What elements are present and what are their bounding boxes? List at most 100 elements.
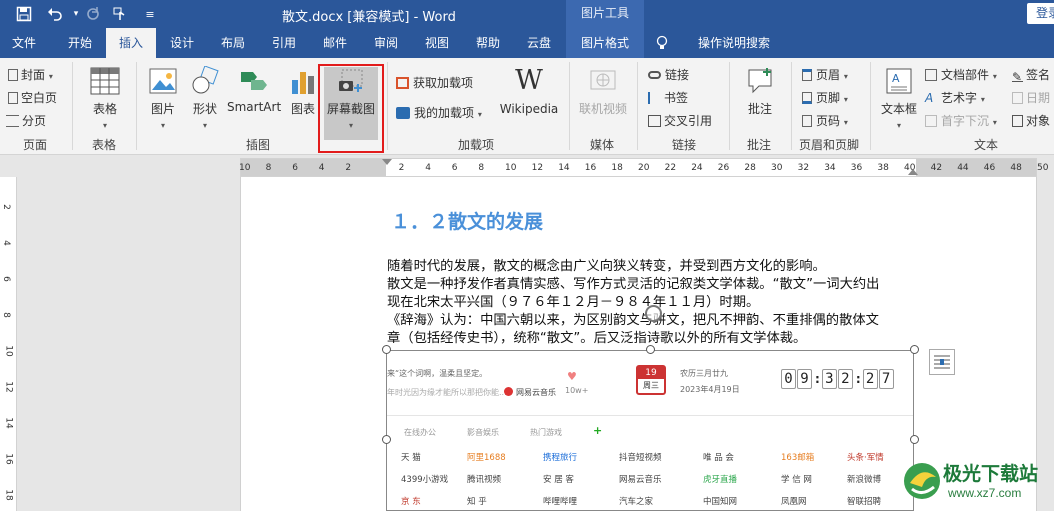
- tab-view[interactable]: 视图: [415, 28, 459, 58]
- group-separator: [870, 62, 871, 150]
- tab-help[interactable]: 帮助: [466, 28, 510, 58]
- watermark-logo: 极光下载站 www.xz7.com: [900, 453, 1054, 511]
- layout-options-icon[interactable]: [929, 349, 955, 375]
- tab-mailings[interactable]: 邮件: [313, 28, 357, 58]
- image-link: 抖音短视频: [619, 453, 662, 463]
- tab-insert[interactable]: 插入: [106, 28, 156, 58]
- picture-button[interactable]: 图片 ▾: [146, 66, 180, 131]
- tab-home[interactable]: 开始: [56, 28, 104, 58]
- footer-icon: [802, 92, 812, 104]
- tell-me-search[interactable]: 操作说明搜索: [682, 28, 786, 58]
- quick-parts-button[interactable]: 文档部件 ▾: [925, 66, 997, 83]
- image-link: 虎牙直播: [703, 475, 738, 485]
- section-heading: １．２散文的发展: [391, 211, 544, 233]
- tab-review[interactable]: 审阅: [364, 28, 408, 58]
- object-icon: [1012, 115, 1023, 127]
- header-icon: [802, 69, 812, 81]
- smartart-button[interactable]: SmartArt: [227, 66, 281, 114]
- group-separator: [637, 62, 638, 150]
- ruler-number: 14: [558, 163, 570, 173]
- quick-parts-icon: [925, 69, 937, 81]
- ruler-number: 48: [1010, 163, 1022, 173]
- chart-icon: [292, 72, 314, 94]
- calendar-icon: 19 周三: [636, 365, 666, 395]
- group-label-links: 链接: [672, 138, 697, 152]
- tab-design[interactable]: 设计: [160, 28, 204, 58]
- vruler-number: 16: [3, 453, 14, 465]
- online-video-label: 联机视频: [578, 102, 627, 116]
- tab-cloud[interactable]: 云盘: [517, 28, 561, 58]
- vruler-number: 14: [3, 417, 14, 429]
- page-number-button[interactable]: 页码 ▾: [802, 112, 848, 129]
- page-break-button[interactable]: 分页: [6, 112, 46, 129]
- cover-page-button[interactable]: 封面 ▾: [8, 66, 53, 83]
- tab-references[interactable]: 引用: [262, 28, 306, 58]
- save-icon[interactable]: [14, 4, 34, 24]
- object-button[interactable]: 对象: [1012, 112, 1050, 129]
- group-separator: [387, 62, 388, 150]
- cross-reference-button[interactable]: 交叉引用: [648, 112, 712, 129]
- horizontal-ruler[interactable]: 10 8 6 4 2 2 4 6 8 10 12 14 16 18 20 22 24 26 28 30 32 34 36 38…: [239, 158, 1048, 177]
- vertical-ruler[interactable]: 2 4 6 8 10 12 14 16 18: [0, 177, 17, 511]
- right-indent-marker[interactable]: [908, 169, 918, 175]
- chart-button[interactable]: 图表: [286, 66, 320, 117]
- resize-handle[interactable]: [646, 345, 655, 354]
- online-video-icon: [590, 70, 616, 90]
- image-link: 汽车之家: [619, 497, 654, 507]
- my-addins-button[interactable]: 我的加载项 ▾: [396, 104, 482, 121]
- ruler-number: 2: [345, 163, 352, 173]
- login-button[interactable]: 登录: [1027, 3, 1054, 24]
- wordart-icon: A: [925, 91, 934, 105]
- header-button[interactable]: 页眉 ▾: [802, 66, 848, 83]
- cross-reference-label: 交叉引用: [664, 114, 713, 128]
- bookmark-label: 书签: [664, 91, 689, 105]
- customize-qat-icon[interactable]: ≡: [140, 4, 160, 24]
- footer-button[interactable]: 页脚 ▾: [802, 89, 848, 106]
- group-separator: [791, 62, 792, 150]
- wikipedia-icon: W: [515, 65, 543, 96]
- ruler-number: 4: [425, 163, 431, 173]
- ruler-number: 28: [744, 163, 756, 173]
- new-comment-button[interactable]: 批注: [740, 66, 780, 117]
- header-label: 页眉: [816, 68, 841, 82]
- get-addins-button[interactable]: 获取加载项: [396, 74, 473, 91]
- tab-file[interactable]: 文件: [0, 28, 48, 58]
- signature-button[interactable]: ✎ 签名: [1012, 66, 1050, 84]
- image-link: 4399小游戏: [401, 475, 449, 485]
- lunar-date: 农历三月廿九: [680, 369, 728, 378]
- screenshot-highlight-box: [318, 64, 384, 153]
- group-label-addins: 加载项: [458, 138, 495, 152]
- rotate-handle-icon[interactable]: [645, 305, 662, 322]
- store-icon: [396, 77, 409, 89]
- resize-handle[interactable]: [910, 345, 919, 354]
- inserted-screenshot-image[interactable]: 来“这个词啊，温柔且坚定。 年时光因为缘才能所以那把你能... 网易云音乐 ♥ …: [386, 350, 914, 511]
- textbox-button[interactable]: A 文本框 ▾: [878, 66, 920, 131]
- shapes-icon: [192, 66, 219, 94]
- ruler-number: 4: [318, 163, 325, 173]
- touch-mode-icon[interactable]: [110, 4, 130, 24]
- link-button[interactable]: 链接: [648, 66, 689, 83]
- resize-handle[interactable]: [382, 435, 391, 444]
- ruler-margin-left: [241, 159, 386, 176]
- ruler-number: 44: [957, 163, 969, 173]
- indent-marker[interactable]: [382, 159, 392, 165]
- wikipedia-button[interactable]: W Wikipedia: [498, 65, 560, 117]
- tab-picture-format[interactable]: 图片格式: [568, 28, 642, 58]
- ruler-number: 10: [239, 163, 251, 173]
- table-button[interactable]: 表格 ▾: [84, 66, 126, 131]
- undo-icon[interactable]: [45, 4, 65, 24]
- likes-count: 10w+: [565, 386, 589, 395]
- resize-handle[interactable]: [910, 435, 919, 444]
- ruler-number: 10: [505, 163, 517, 173]
- shapes-button[interactable]: 形状 ▾: [187, 66, 223, 131]
- wordart-button[interactable]: A 艺术字 ▾: [925, 89, 985, 106]
- title-bar: ▾ ≡ 散文.docx [兼容模式] - Word 图片工具 登录: [0, 0, 1054, 28]
- calendar-day: 19: [638, 367, 664, 379]
- blank-page-button[interactable]: 空白页: [8, 89, 57, 106]
- bookmark-button[interactable]: 书签: [648, 89, 688, 106]
- ruler-number: 16: [584, 163, 597, 173]
- cross-reference-icon: [648, 115, 661, 127]
- resize-handle[interactable]: [382, 345, 391, 354]
- tab-layout[interactable]: 布局: [211, 28, 255, 58]
- ruler-number: 2: [398, 163, 405, 173]
